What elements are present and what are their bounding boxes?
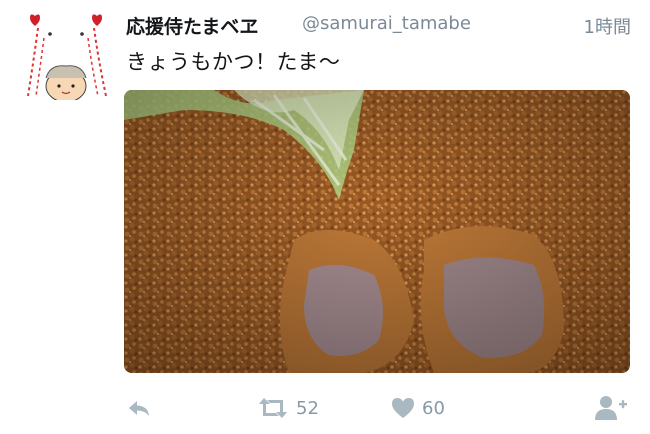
retweet-count: 52 bbox=[296, 397, 319, 419]
reply-button[interactable] bbox=[126, 390, 152, 426]
tweet-actions: 52 60 bbox=[124, 390, 630, 426]
display-name[interactable]: 応援侍たまベヱ bbox=[126, 12, 258, 39]
retweet-button[interactable]: 52 bbox=[256, 390, 319, 426]
like-button[interactable]: 60 bbox=[390, 390, 445, 426]
tweet-photo[interactable] bbox=[124, 90, 630, 373]
tweet-header: 応援侍たまベヱ @samurai_tamabe 1時間 bbox=[126, 10, 631, 40]
fried-pork-cutlet-photo bbox=[124, 90, 630, 373]
like-count: 60 bbox=[422, 397, 445, 419]
follow-icon bbox=[595, 396, 627, 420]
retweet-icon bbox=[259, 398, 287, 418]
avatar[interactable] bbox=[20, 8, 112, 100]
user-handle[interactable]: @samurai_tamabe bbox=[302, 13, 471, 34]
timestamp[interactable]: 1時間 bbox=[584, 13, 631, 39]
mascot-avatar-image bbox=[27, 14, 107, 100]
follow-button[interactable] bbox=[594, 390, 628, 426]
heart-icon bbox=[392, 398, 414, 418]
reply-icon bbox=[129, 401, 149, 416]
tweet-text: きょうもかつ！たま〜 bbox=[126, 50, 341, 74]
